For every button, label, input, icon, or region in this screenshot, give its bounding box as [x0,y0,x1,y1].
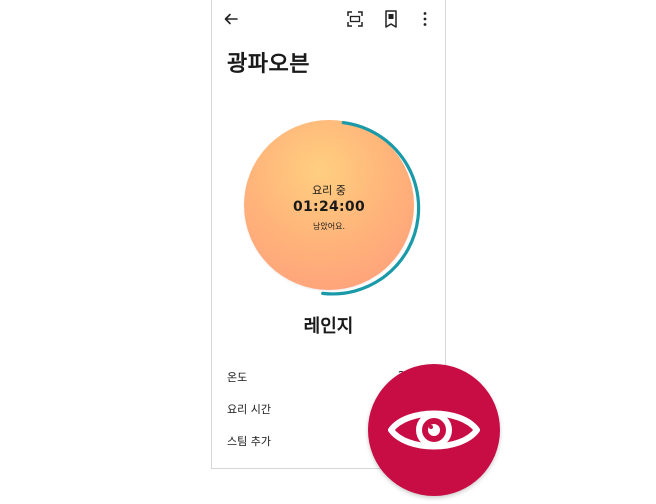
progress-arc [321,121,421,296]
cooking-mode: 레인지 [303,316,354,337]
top-app-bar [212,6,445,34]
book-icon[interactable] [382,9,400,29]
watch-badge [368,364,500,496]
back-arrow-icon[interactable] [222,10,240,28]
scan-frame-icon[interactable] [346,10,364,28]
page-title: 광파오븐 [227,52,310,77]
screen: 광파오븐 요리 중 01:24:00 남았어요. 레인지 온도 2 요리 시간 … [0,0,656,504]
progress-ring [321,121,421,296]
eye-icon [388,410,480,450]
cooking-timer-dial: 요리 중 01:24:00 남았어요. [242,112,424,304]
more-vertical-icon[interactable] [416,10,434,28]
setting-label-steam: 스팀 추가 [227,435,271,448]
setting-label-temperature: 온도 [227,371,248,384]
setting-label-cook-time: 요리 시간 [227,403,271,416]
